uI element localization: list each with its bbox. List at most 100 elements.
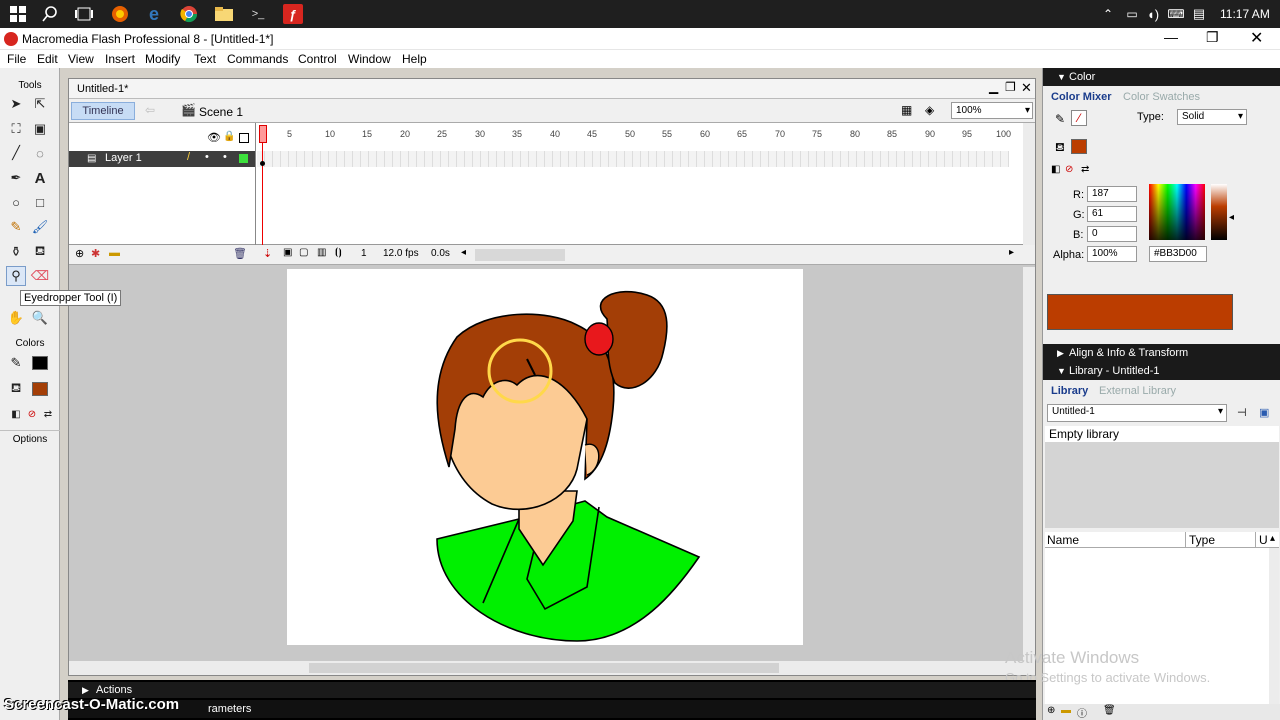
swap-colors-icon[interactable]: ⇄ [38, 404, 58, 424]
fill-color-swatch[interactable] [32, 382, 48, 396]
timeline-hscroll-thumb[interactable] [475, 249, 565, 261]
add-folder-icon[interactable]: ▬ [109, 247, 120, 259]
tab-color-swatches[interactable]: Color Swatches [1123, 91, 1200, 103]
doc-minimize-icon[interactable]: ▁ [989, 80, 998, 94]
layer-color-icon[interactable] [239, 154, 248, 163]
col-use[interactable]: U [1259, 533, 1268, 547]
keyframe-dot[interactable] [260, 161, 265, 166]
line-tool-icon[interactable]: ╱ [6, 143, 26, 163]
scroll-left-icon[interactable]: ◂ [461, 247, 466, 258]
stroke-none-icon[interactable]: ⁄ [1071, 110, 1087, 126]
menu-help[interactable]: Help [402, 52, 427, 66]
task-view-icon[interactable] [74, 4, 94, 24]
stage-canvas[interactable] [287, 269, 803, 645]
rectangle-tool-icon[interactable]: □ [30, 192, 50, 212]
no-color-small-icon[interactable]: ⊘ [1065, 164, 1073, 175]
timeline-toggle-button[interactable]: Timeline [71, 102, 135, 120]
timeline-vscrollbar[interactable] [1023, 123, 1035, 245]
file-explorer-icon[interactable] [214, 4, 234, 24]
restore-icon[interactable]: ❐ [1206, 29, 1219, 46]
lock-icon[interactable]: 🔒 [223, 131, 235, 142]
fill-bucket-icon[interactable]: ⛾ [1055, 140, 1065, 156]
layer-row[interactable]: ▤ Layer 1 / • • [69, 151, 255, 167]
menu-modify[interactable]: Modify [145, 52, 180, 66]
menu-view[interactable]: View [68, 52, 94, 66]
character-drawing[interactable] [287, 269, 803, 645]
notifications-icon[interactable]: ▤ [1189, 4, 1209, 24]
tab-library[interactable]: Library [1051, 385, 1088, 397]
onion-outline-icon[interactable]: ▢ [299, 247, 308, 258]
edit-scene-icon[interactable]: ▦ [901, 103, 912, 117]
eraser-tool-icon[interactable]: ⌫ [30, 266, 50, 286]
selection-tool-icon[interactable]: ➤ [6, 94, 26, 114]
close-icon[interactable]: ✕ [1250, 28, 1263, 48]
type-select[interactable]: Solid ▾ [1177, 109, 1247, 125]
menu-window[interactable]: Window [348, 52, 391, 66]
b-input[interactable]: 0 [1087, 226, 1137, 242]
command-prompt-icon[interactable]: >_ [248, 4, 268, 24]
sort-icon[interactable]: ▴ [1270, 533, 1275, 544]
stroke-pencil-icon[interactable]: ✎ [1055, 112, 1065, 126]
doc-restore-icon[interactable]: ❐ [1005, 80, 1016, 94]
menu-edit[interactable]: Edit [37, 52, 58, 66]
parameters-panel-header[interactable]: rameters [68, 700, 1036, 718]
modify-markers-icon[interactable]: ⦗⦘ [335, 247, 342, 258]
frame-ruler[interactable]: 5 10 15 20 25 30 35 40 45 50 55 60 65 70… [257, 127, 1011, 145]
onion-skin-icon[interactable]: ▣ [283, 247, 292, 258]
stage-hscrollbar[interactable] [69, 661, 1035, 675]
chrome-icon[interactable] [179, 4, 199, 24]
scene-label[interactable]: Scene 1 [199, 105, 243, 119]
color-panel-header[interactable]: ▼ Color [1043, 68, 1280, 86]
tab-external-library[interactable]: External Library [1099, 385, 1176, 397]
network-icon[interactable]: ▭ [1122, 4, 1142, 24]
fill-swatch[interactable] [1071, 139, 1087, 154]
g-input[interactable]: 61 [1087, 206, 1137, 222]
subselection-tool-icon[interactable]: ⇱ [30, 94, 50, 114]
library-trash-icon[interactable]: 🗑 [1103, 705, 1116, 716]
search-icon[interactable] [40, 4, 60, 24]
stroke-color-swatch[interactable] [32, 356, 48, 370]
swap-small-icon[interactable]: ⇄ [1081, 164, 1089, 175]
doc-close-icon[interactable]: ✕ [1021, 80, 1032, 96]
windows-start-icon[interactable] [8, 4, 28, 24]
library-doc-select[interactable]: Untitled-1 ▾ [1047, 404, 1227, 422]
properties-icon[interactable]: ⓘ [1077, 705, 1087, 720]
edit-symbols-icon[interactable]: ◈ [925, 103, 934, 117]
brush-tool-icon[interactable]: 🖌 [30, 217, 50, 237]
library-vscrollbar[interactable] [1269, 548, 1279, 704]
outline-icon[interactable] [239, 133, 249, 143]
menu-commands[interactable]: Commands [227, 52, 288, 66]
col-type[interactable]: Type [1189, 533, 1215, 547]
document-tab[interactable]: Untitled-1* [77, 83, 128, 95]
slider-arrow-icon[interactable]: ◂ [1229, 212, 1234, 223]
volume-icon[interactable]: ◖) [1143, 4, 1163, 24]
actions-panel-header[interactable]: ▶ Actions [68, 682, 1036, 698]
r-input[interactable]: 187 [1087, 186, 1137, 202]
hex-input[interactable]: #BB3D00 [1149, 246, 1207, 262]
menu-text[interactable]: Text [194, 52, 216, 66]
oval-tool-icon[interactable]: ○ [6, 192, 26, 212]
ink-bottle-tool-icon[interactable]: ⚱ [6, 242, 26, 262]
lasso-tool-icon[interactable]: ◌ [30, 143, 50, 163]
trash-icon[interactable]: 🗑 [233, 247, 247, 260]
keyboard-language-icon[interactable]: ⌨ [1166, 4, 1186, 24]
clock-time[interactable]: 11:17 AM [1220, 7, 1270, 21]
col-name[interactable]: Name [1047, 533, 1079, 547]
pencil-tool-icon[interactable]: ✎ [6, 217, 26, 237]
new-library-icon[interactable]: ▣ [1259, 406, 1269, 419]
text-tool-icon[interactable]: A [30, 168, 50, 188]
add-guide-layer-icon[interactable]: ✱ [91, 247, 100, 260]
new-folder-icon[interactable]: ▬ [1061, 705, 1071, 716]
center-frame-icon[interactable]: ⇣ [263, 247, 272, 260]
frame-row[interactable] [257, 151, 1009, 167]
pin-library-icon[interactable]: ⊣ [1237, 406, 1247, 419]
alpha-input[interactable]: 100% [1087, 246, 1137, 262]
brightness-slider[interactable] [1211, 184, 1227, 240]
library-panel-header[interactable]: ▼ Library - Untitled-1 [1043, 362, 1280, 380]
lock-dot-icon[interactable]: • [223, 151, 227, 163]
flash-app-icon[interactable]: ƒ [283, 4, 303, 24]
stage-vscrollbar[interactable] [1023, 267, 1035, 667]
paint-bucket-tool-icon[interactable]: ⛾ [30, 242, 50, 262]
tray-chevron-up-icon[interactable]: ⌃ [1098, 4, 1118, 24]
layer-name[interactable]: Layer 1 [105, 152, 142, 164]
